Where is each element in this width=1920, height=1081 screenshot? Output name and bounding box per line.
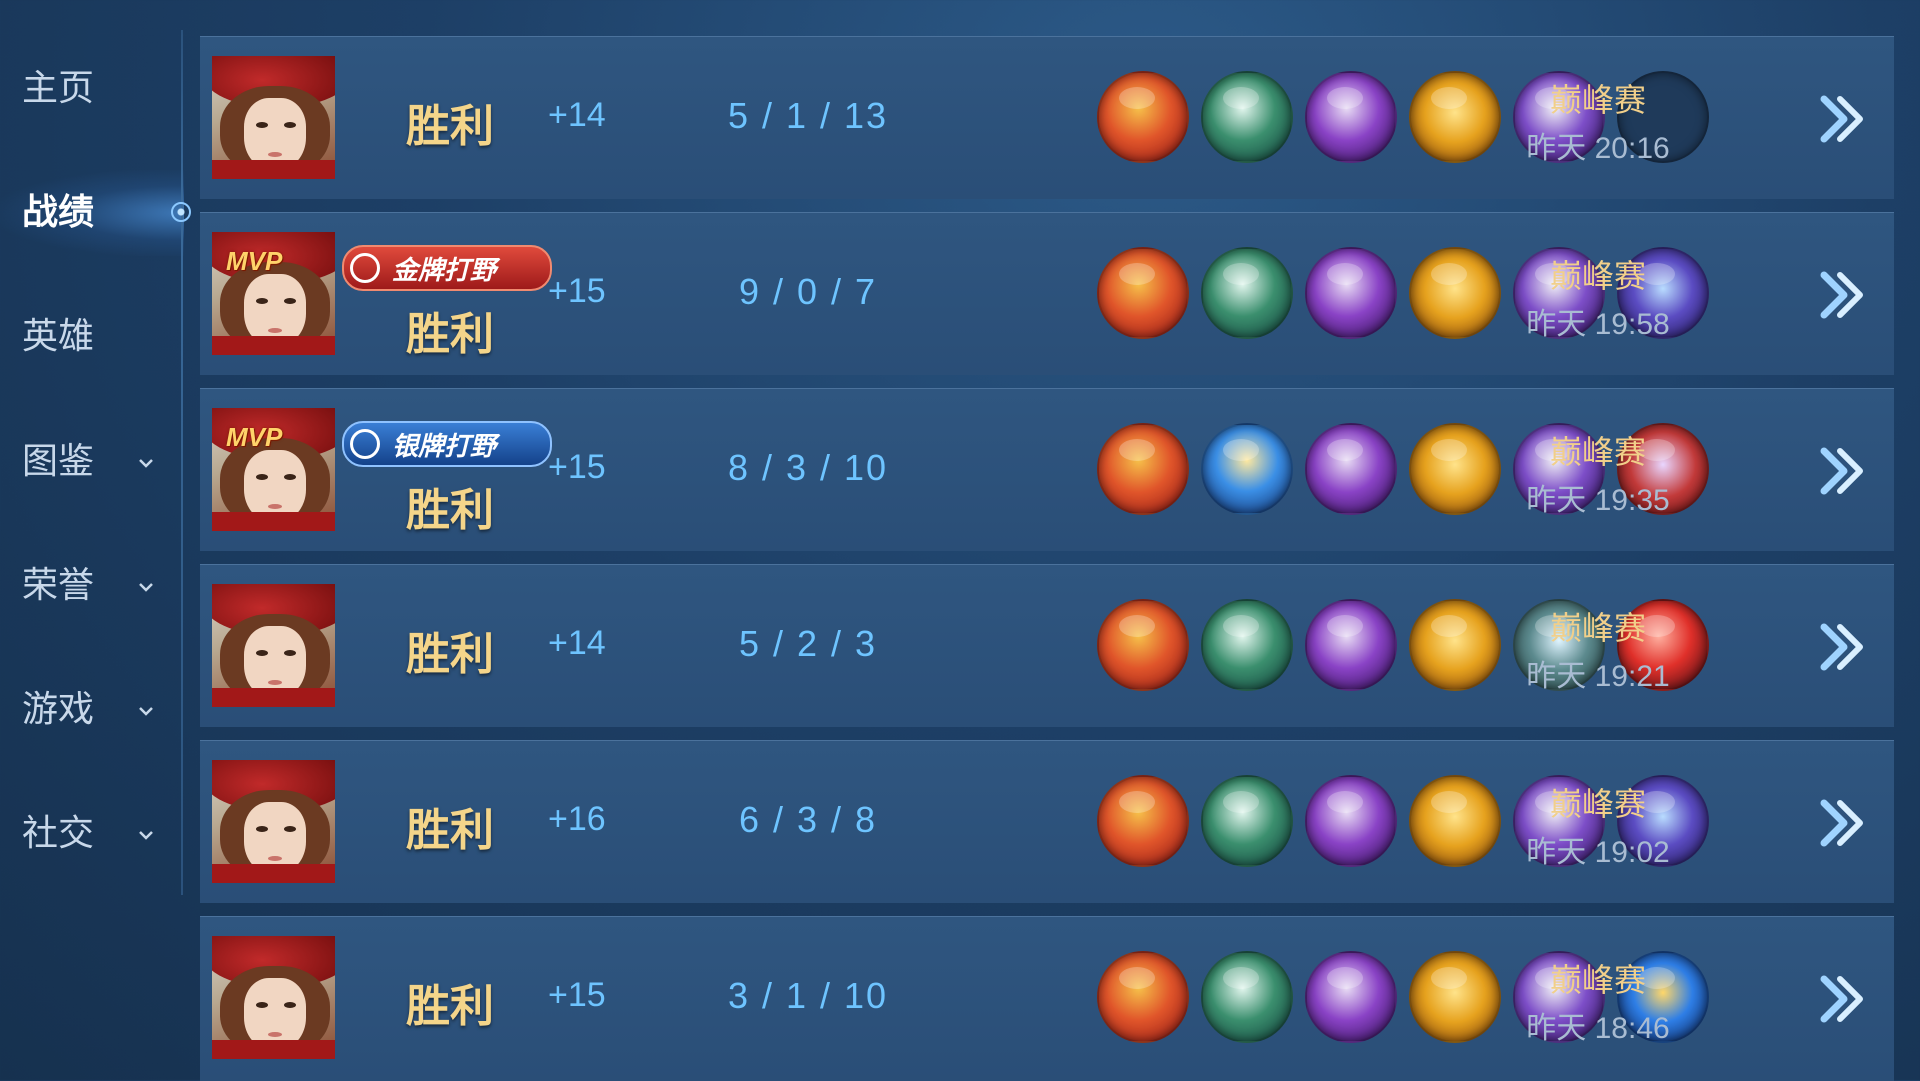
chevron-right-icon[interactable] [1810,265,1870,325]
sidebar-item-heroes[interactable]: 英雄 [22,306,172,366]
gold-jungle-badge: 金牌打野 [342,245,552,291]
badge-label: 金牌打野 [392,254,497,285]
match-time: 昨天 19:02 [1526,836,1670,869]
green-boots-icon[interactable] [1201,951,1293,1043]
red-claw-weapon-icon[interactable] [1097,599,1189,691]
hero-avatar [212,936,335,1059]
red-claw-weapon-icon[interactable] [1097,423,1189,515]
kda-stats: 3 / 1 / 10 [727,975,889,1016]
kda-stats: 5 / 2 / 3 [738,623,878,664]
game-mode: 巅峰赛 [1549,82,1646,118]
chevron-down-icon[interactable] [138,455,154,471]
swirl-icon [350,253,380,283]
match-row[interactable]: 胜利 +14 5 / 2 / 3 巅峰赛昨天 19:21 [200,564,1894,727]
badge-label: 银牌打野 [392,430,497,461]
purple-axe-icon[interactable] [1305,71,1397,163]
purple-axe-icon[interactable] [1305,775,1397,867]
match-result: 胜利 [406,486,494,535]
match-result: 胜利 [406,102,494,151]
rank-points: +14 [548,624,606,662]
purple-axe-icon[interactable] [1305,599,1397,691]
game-mode: 巅峰赛 [1549,786,1646,822]
chevron-down-icon[interactable] [138,827,154,843]
swirl-icon [350,429,380,459]
red-claw-weapon-icon[interactable] [1097,951,1189,1043]
active-indicator-icon [171,202,191,222]
match-time: 昨天 19:21 [1526,660,1670,693]
chevron-right-icon[interactable] [1810,441,1870,501]
sidebar-item-home[interactable]: 主页 [22,58,172,118]
red-claw-weapon-icon[interactable] [1097,775,1189,867]
game-mode: 巅峰赛 [1549,962,1646,998]
match-result: 胜利 [406,806,494,855]
rank-points: +15 [548,272,606,310]
match-row[interactable]: 胜利 +14 5 / 1 / 13 巅峰赛昨天 20:16 [200,36,1894,199]
hero-avatar: MVP [212,232,335,355]
sidebar-divider [181,30,183,895]
purple-axe-icon[interactable] [1305,423,1397,515]
green-boots-icon[interactable] [1201,247,1293,339]
hero-avatar: MVP [212,408,335,531]
chevron-down-icon[interactable] [138,703,154,719]
silver-jungle-badge: 银牌打野 [342,421,552,467]
kda-stats: 8 / 3 / 10 [727,447,889,488]
rank-points: +14 [548,96,606,134]
match-time: 昨天 18:46 [1526,1012,1670,1045]
red-claw-weapon-icon[interactable] [1097,247,1189,339]
match-time: 昨天 19:35 [1526,484,1670,517]
kda-stats: 9 / 0 / 7 [738,271,878,312]
match-row[interactable]: 胜利 +15 3 / 1 / 10 巅峰赛昨天 18:46 [200,916,1894,1081]
chevron-right-icon[interactable] [1810,793,1870,853]
chevron-down-icon[interactable] [138,579,154,595]
mvp-label: MVP [226,422,283,452]
purple-axe-icon[interactable] [1305,247,1397,339]
chevron-right-icon[interactable] [1810,969,1870,1029]
green-boots-icon[interactable] [1201,599,1293,691]
match-row[interactable]: MVP 金牌打野胜利 +15 9 / 0 / 7 巅峰赛昨天 19:58 [200,212,1894,375]
match-time: 昨天 20:16 [1526,132,1670,165]
blue-lightning-armor-icon[interactable] [1201,423,1293,515]
rank-points: +15 [548,976,606,1014]
rank-points: +16 [548,800,606,838]
chevron-right-icon[interactable] [1810,617,1870,677]
hero-avatar [212,584,335,707]
hero-avatar [212,56,335,179]
sidebar-item-records[interactable]: 战绩 [22,182,172,242]
purple-axe-icon[interactable] [1305,951,1397,1043]
match-result: 胜利 [406,310,494,359]
match-result: 胜利 [406,630,494,679]
match-result: 胜利 [406,982,494,1031]
match-time: 昨天 19:58 [1526,308,1670,341]
green-boots-icon[interactable] [1201,775,1293,867]
game-mode: 巅峰赛 [1549,434,1646,470]
chevron-right-icon[interactable] [1810,89,1870,149]
game-mode: 巅峰赛 [1549,258,1646,294]
match-row[interactable]: 胜利 +16 6 / 3 / 8 巅峰赛昨天 19:02 [200,740,1894,903]
kda-stats: 5 / 1 / 13 [727,95,889,136]
game-mode: 巅峰赛 [1549,610,1646,646]
rank-points: +15 [548,448,606,486]
hero-avatar [212,760,335,883]
green-boots-icon[interactable] [1201,71,1293,163]
mvp-label: MVP [226,246,283,276]
sidebar-nav: 主页 战绩 英雄 图鉴 荣誉 游戏 社交 [0,0,191,1080]
red-claw-weapon-icon[interactable] [1097,71,1189,163]
match-row[interactable]: MVP 银牌打野胜利 +15 8 / 3 / 10 巅峰赛昨天 19:35 [200,388,1894,551]
kda-stats: 6 / 3 / 8 [738,799,878,840]
